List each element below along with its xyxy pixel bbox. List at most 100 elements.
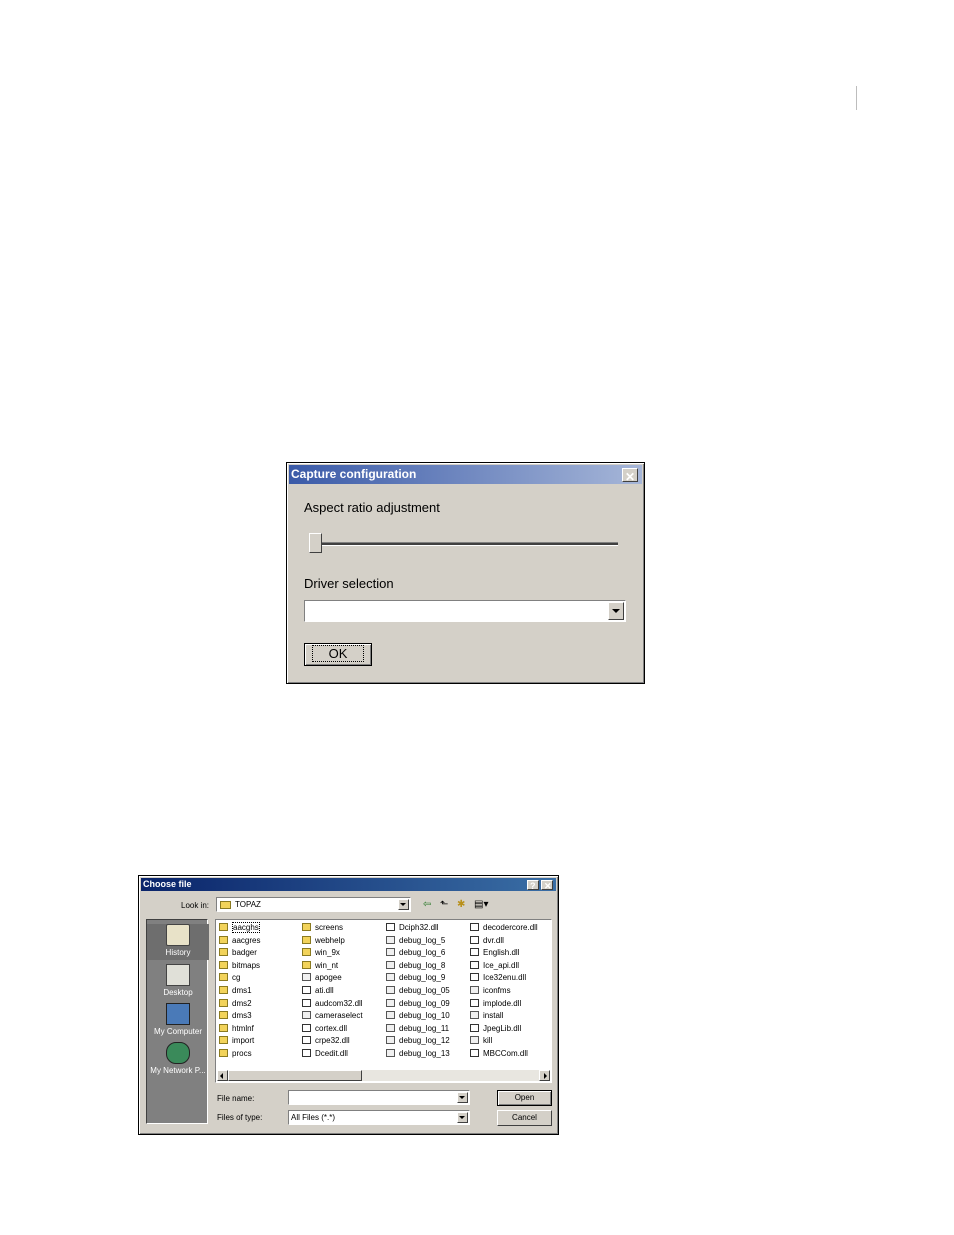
file-icon: [386, 935, 395, 944]
dropdown-arrow-button[interactable]: [398, 899, 409, 910]
place-my-network-places[interactable]: My Network P...: [147, 1042, 209, 1078]
arrow-right-icon: [544, 1073, 547, 1079]
file-list-item[interactable]: debug_log_12: [386, 1035, 450, 1047]
dialog-title: Choose file: [143, 879, 192, 889]
file-list-item[interactable]: win_nt: [302, 960, 338, 972]
file-list-item[interactable]: dms1: [219, 985, 252, 997]
folder-icon: [219, 973, 228, 982]
file-list-item[interactable]: JpegLib.dll: [470, 1023, 521, 1035]
file-name-input[interactable]: [288, 1090, 470, 1105]
dll-file-icon: [302, 998, 311, 1007]
file-list-item-name: iconfms: [483, 986, 511, 995]
file-list-item[interactable]: crpe32.dll: [302, 1035, 350, 1047]
file-list-item[interactable]: ati.dll: [302, 985, 334, 997]
file-list-item-name: debug_log_9: [399, 973, 446, 983]
file-list-item[interactable]: debug_log_11: [386, 1023, 449, 1035]
file-list-item[interactable]: debug_log_9: [386, 972, 445, 984]
file-list-item[interactable]: English.dll: [470, 947, 519, 959]
file-list-item[interactable]: kill: [470, 1035, 492, 1047]
file-list-item[interactable]: dvr.dll: [470, 935, 504, 947]
file-list-item-name: implode.dll: [483, 998, 522, 1008]
place-my-computer[interactable]: My Computer: [147, 1003, 209, 1039]
file-list-item-name: kill: [483, 1036, 493, 1046]
view-menu-icon[interactable]: ▤▾: [474, 899, 488, 911]
dialog-title: Capture configuration: [291, 467, 417, 481]
ok-button[interactable]: OK: [304, 643, 372, 666]
file-list-item[interactable]: decodercore.dll: [470, 922, 538, 934]
back-icon[interactable]: ⇦: [423, 899, 431, 911]
file-list-item-name: MBCCom.dll: [483, 1049, 528, 1058]
title-bar: Choose file ? ✕: [141, 878, 556, 891]
place-desktop[interactable]: Desktop: [147, 964, 209, 1000]
look-in-dropdown[interactable]: TOPAZ: [216, 897, 411, 912]
file-list-item[interactable]: audcom32.dll: [302, 998, 363, 1010]
file-list-item[interactable]: Dcedit.dll: [302, 1048, 348, 1060]
scroll-thumb[interactable]: [228, 1070, 362, 1081]
file-list-item[interactable]: debug_log_10: [386, 1010, 450, 1022]
place-label: My Computer: [153, 1027, 202, 1036]
file-list-item[interactable]: Dciph32.dll: [386, 922, 439, 934]
file-list-item[interactable]: dms2: [219, 998, 252, 1010]
file-list-item[interactable]: debug_log_09: [386, 998, 450, 1010]
file-list-item[interactable]: procs: [219, 1048, 252, 1060]
folder-icon: [219, 986, 228, 994]
horizontal-scrollbar[interactable]: [217, 1070, 550, 1081]
aspect-ratio-slider-thumb[interactable]: [309, 533, 322, 553]
file-list-item-name: debug_log_13: [399, 1049, 450, 1058]
file-list-item[interactable]: win_9x: [302, 947, 340, 959]
dropdown-arrow-button[interactable]: [457, 1112, 468, 1123]
file-list-item[interactable]: badger: [219, 947, 257, 959]
scroll-right-button[interactable]: [539, 1070, 550, 1081]
file-list-item[interactable]: MBCCom.dll: [470, 1048, 528, 1060]
dropdown-arrow-button[interactable]: [457, 1092, 468, 1103]
place-history[interactable]: History: [147, 924, 209, 960]
file-list-item[interactable]: Ice32enu.dll: [470, 972, 526, 984]
file-list-item[interactable]: webhelp: [302, 935, 345, 947]
file-list-item[interactable]: aacghs: [219, 922, 260, 934]
help-button[interactable]: ?: [527, 880, 539, 891]
close-icon: ✕: [625, 470, 636, 484]
page-margin-rule: [856, 86, 857, 110]
file-list-item[interactable]: cg: [219, 972, 240, 984]
file-list-item[interactable]: install: [470, 1010, 503, 1022]
file-list-item-name: debug_log_05: [399, 986, 450, 995]
file-list-item[interactable]: iconfms: [470, 985, 511, 997]
file-list-item[interactable]: aacgres: [219, 935, 260, 947]
close-button[interactable]: ✕: [622, 468, 638, 484]
up-folder-icon[interactable]: ⬑: [440, 899, 448, 911]
file-list-item-name: debug_log_8: [399, 960, 446, 970]
dropdown-arrow-button[interactable]: [608, 602, 624, 620]
file-list-item[interactable]: Ice_api.dll: [470, 960, 519, 972]
file-list-item[interactable]: screens: [302, 922, 343, 934]
title-bar: Capture configuration ✕: [289, 465, 642, 484]
file-list-item[interactable]: cameraselect: [302, 1010, 363, 1022]
file-list-item[interactable]: bitmaps: [219, 960, 260, 972]
cancel-button[interactable]: Cancel: [497, 1110, 552, 1126]
close-button[interactable]: ✕: [541, 880, 553, 891]
file-list-item[interactable]: import: [219, 1035, 254, 1047]
new-folder-icon[interactable]: ✱: [457, 899, 465, 911]
open-button[interactable]: Open: [497, 1090, 552, 1106]
file-list-item[interactable]: dms3: [219, 1010, 252, 1022]
aspect-ratio-slider-track[interactable]: [309, 542, 618, 546]
file-list[interactable]: aacghs aacgres badger bitmaps cg dms1 dms2 dms3…: [215, 919, 552, 1083]
file-list-item[interactable]: htmlnf: [219, 1023, 254, 1035]
file-list-item[interactable]: debug_log_05: [386, 985, 450, 997]
file-list-item[interactable]: debug_log_13: [386, 1048, 450, 1060]
file-list-item[interactable]: implode.dll: [470, 998, 521, 1010]
folder-icon: [302, 948, 311, 957]
look-in-value: TOPAZ: [235, 900, 261, 909]
file-list-item-name: debug_log_12: [399, 1036, 450, 1046]
driver-selection-dropdown[interactable]: [304, 600, 626, 622]
file-list-item-name: decodercore.dll: [483, 923, 538, 932]
file-type-dropdown[interactable]: All Files (*.*): [288, 1110, 470, 1125]
file-icon: [470, 1036, 479, 1045]
scroll-left-button[interactable]: [217, 1070, 228, 1081]
file-list-item[interactable]: debug_log_8: [386, 960, 445, 972]
file-list-item[interactable]: apogee: [302, 972, 342, 984]
file-list-item-name: aacghs: [232, 922, 260, 933]
file-list-item[interactable]: debug_log_6: [386, 947, 445, 959]
folder-icon: [220, 901, 231, 909]
file-list-item[interactable]: cortex.dll: [302, 1023, 347, 1035]
file-list-item[interactable]: debug_log_5: [386, 935, 445, 947]
